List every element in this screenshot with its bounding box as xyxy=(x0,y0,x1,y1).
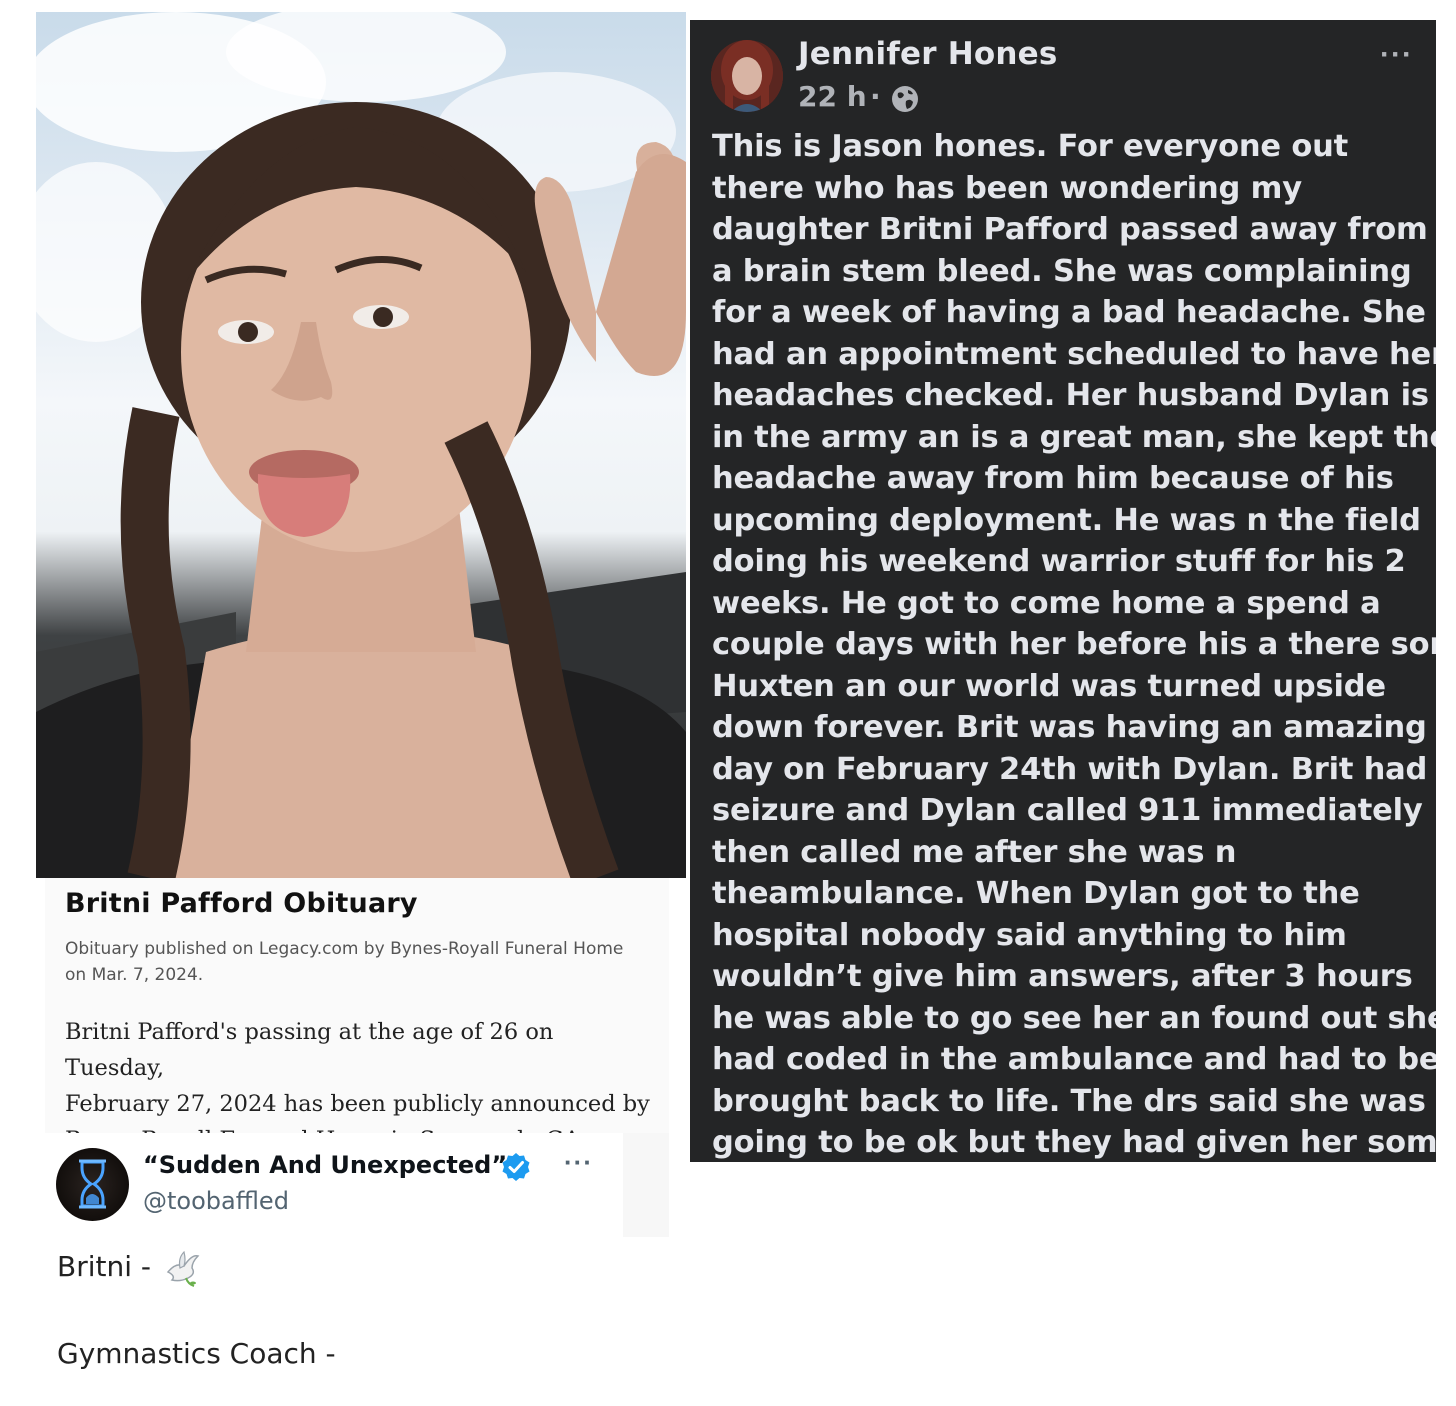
obituary-meta-line: Obituary published on Legacy.com by Byne… xyxy=(65,939,624,959)
post-body: This is Jason hones. For everyone out th… xyxy=(712,126,1436,1162)
post-text-line: brought back to life. The drs said she w… xyxy=(712,1083,1426,1119)
post-text-line: headache away from him because of his xyxy=(712,461,1394,496)
profile-photo xyxy=(711,40,783,112)
post-timestamp[interactable]: 22 h xyxy=(798,80,867,113)
obituary-body-line: February 27, 2024 has been publicly anno… xyxy=(65,1091,650,1117)
globe-icon[interactable] xyxy=(890,84,920,114)
post-text-line: seizure and Dylan called 911 immediately xyxy=(712,793,1423,828)
post-text-line: had coded in the ambulance and had to be xyxy=(712,1042,1436,1077)
post-text-line: upcoming deployment. He was n the field xyxy=(712,502,1421,538)
obituary-card: Britni Pafford Obituary Obituary publish… xyxy=(45,878,669,1153)
hourglass-icon xyxy=(79,1159,106,1209)
post-text-line: he was able to go see her an found out s… xyxy=(712,1000,1436,1036)
dove-icon xyxy=(166,1250,200,1287)
post-text-line: then called me after she was n xyxy=(712,834,1237,870)
selfie-photo xyxy=(36,12,686,878)
tweet-handle[interactable]: @toobaffled xyxy=(143,1187,289,1215)
post-text-line: going to be ok but they had given her so… xyxy=(712,1125,1436,1160)
meta-separator: · xyxy=(870,80,881,113)
post-text-line: hospital nobody said anything to him xyxy=(712,917,1347,953)
facebook-post: Jennifer Hones 22 h · ··· This is Jason … xyxy=(690,20,1436,1162)
post-text-line: for a week of having a bad headache. She xyxy=(712,295,1426,330)
obituary-body-line: Britni Pafford's passing at the age of 2… xyxy=(65,1019,554,1081)
post-text-line: Huxten an our world was turned upside xyxy=(712,668,1386,704)
avatar[interactable] xyxy=(711,40,783,112)
post-text-line: in the army an is a great man, she kept … xyxy=(712,419,1436,455)
post-text-line: a brain stem bleed. She was complaining xyxy=(712,253,1412,289)
post-text-line: down forever. Brit was having an amazing xyxy=(712,710,1427,745)
verified-badge-icon xyxy=(502,1153,530,1181)
more-options-icon[interactable]: ··· xyxy=(564,1147,593,1178)
post-author-name[interactable]: Jennifer Hones xyxy=(798,36,1058,72)
avatar[interactable] xyxy=(56,1148,129,1221)
selfie-illustration xyxy=(36,12,686,878)
post-text-line: This is Jason hones. For everyone out xyxy=(712,129,1348,164)
post-text-line: headaches checked. Her husband Dylan is xyxy=(712,378,1429,413)
obituary-title[interactable]: Britni Pafford Obituary xyxy=(65,888,418,919)
post-text-line: had an appointment scheduled to have her xyxy=(712,336,1436,372)
post-text-line: doing his weekend warrior stuff for his … xyxy=(712,544,1406,579)
post-text-line: there who has been wondering my xyxy=(712,170,1302,206)
post-text-line: couple days with her before his a there … xyxy=(712,627,1436,662)
post-text-line: day on February 24th with Dylan. Brit ha… xyxy=(712,751,1436,787)
more-options-icon[interactable]: ··· xyxy=(1380,38,1413,72)
tweet-header: “Sudden And Unexpected” ··· @toobaffled xyxy=(45,1133,624,1237)
obituary-meta: Obituary published on Legacy.com by Byne… xyxy=(65,936,660,988)
post-text-line: theambulance. When Dylan got to the xyxy=(712,876,1360,911)
tweet-text-line: Gymnastics Coach - xyxy=(57,1337,336,1370)
tweet-text-line: Britni - xyxy=(57,1250,152,1283)
post-text-line: wouldn’t give him answers, after 3 hours xyxy=(712,959,1413,994)
tweet-display-name[interactable]: “Sudden And Unexpected” xyxy=(143,1151,507,1179)
tweet-side-strip xyxy=(623,1133,669,1237)
post-text-line: weeks. He got to come home a spend a xyxy=(712,585,1381,621)
post-text-line: daughter Britni Pafford passed away from xyxy=(712,212,1428,247)
obituary-meta-line: on Mar. 7, 2024. xyxy=(65,965,204,985)
